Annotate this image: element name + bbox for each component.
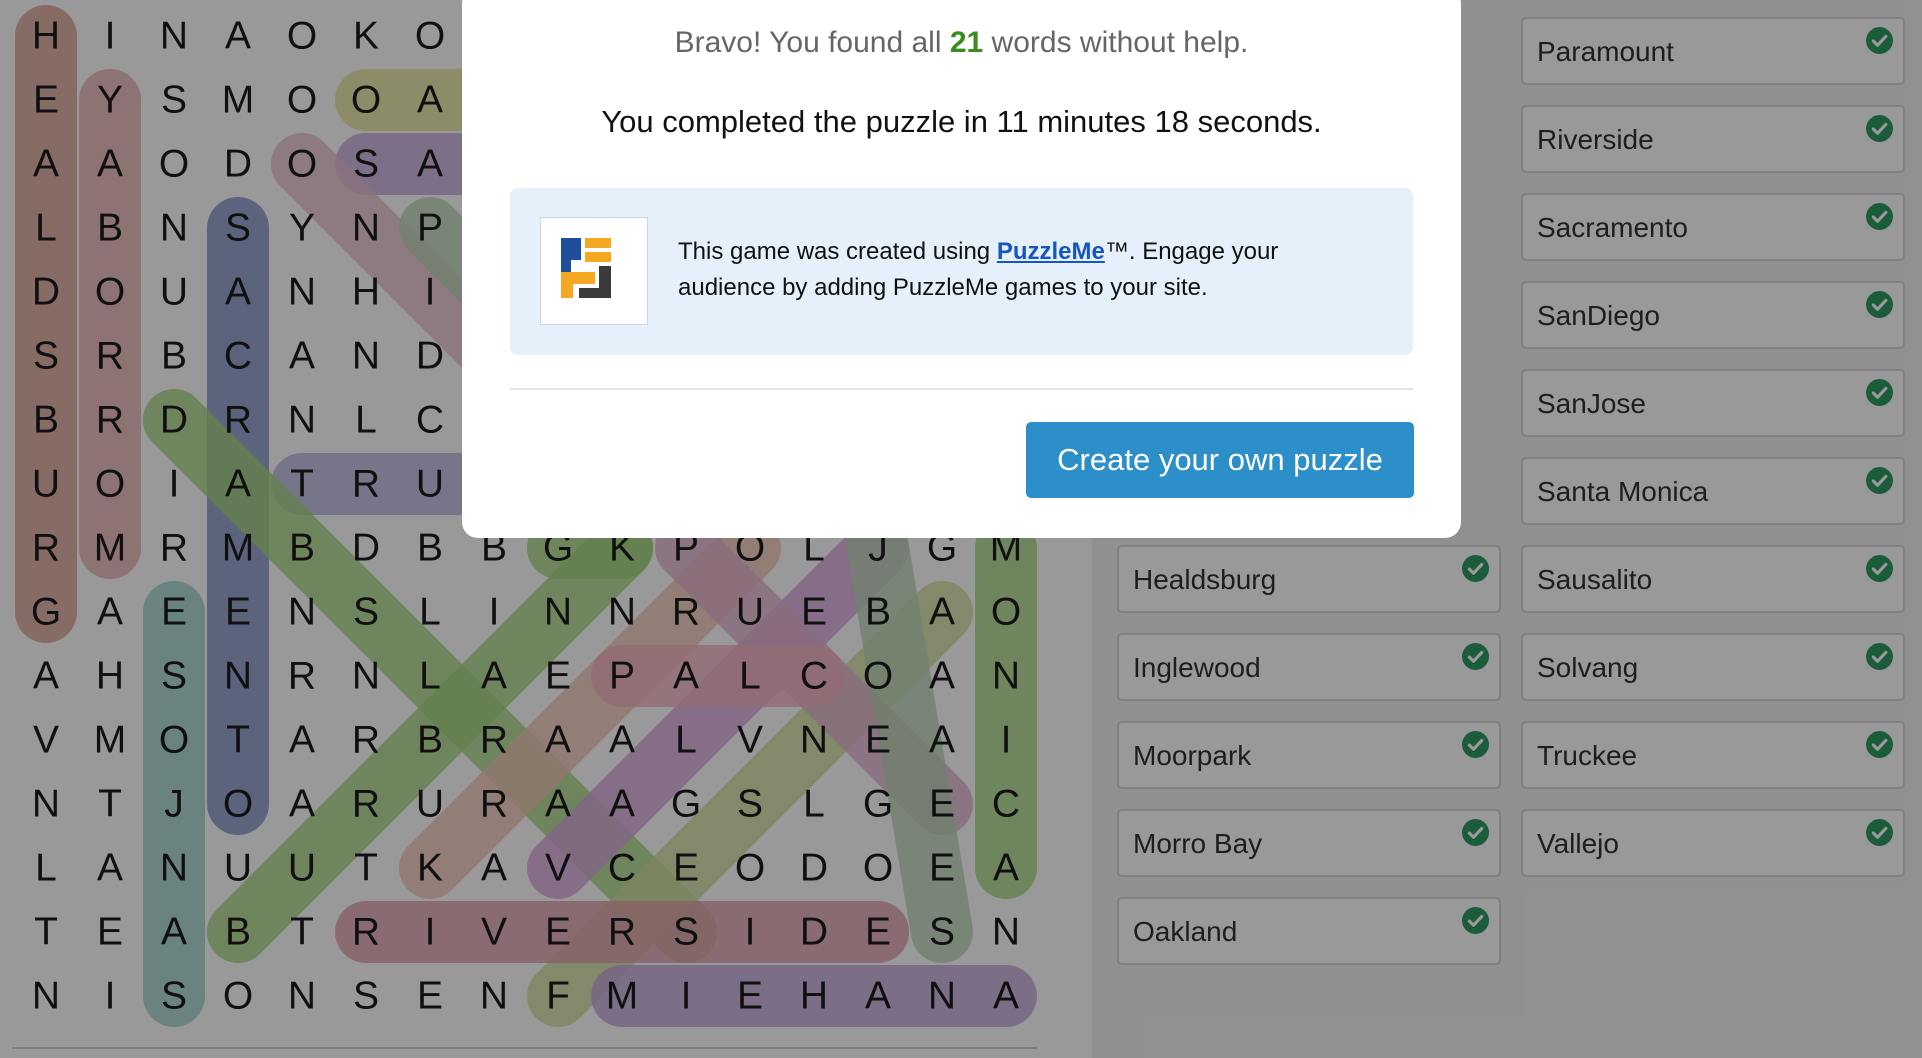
puzzleme-promo: This game was created using PuzzleMe™. E… <box>510 188 1413 355</box>
puzzleme-link[interactable]: PuzzleMe <box>997 238 1105 265</box>
logo-tile-orange-bottom <box>561 284 573 298</box>
puzzleme-logo-graphic <box>561 238 611 298</box>
found-word-count: 21 <box>949 26 984 59</box>
stats-suffix: words without help. <box>983 26 1249 59</box>
logo-tile-orange-left <box>561 272 595 284</box>
completion-dialog: Bravo! You found all 21 words without he… <box>462 0 1461 538</box>
promo-text: This game was created using PuzzleMe™. E… <box>678 234 1368 306</box>
completion-time: You completed the puzzle in 11 minutes 1… <box>601 104 1322 139</box>
logo-tile-dark-base <box>579 288 611 298</box>
dialog-divider <box>510 388 1413 390</box>
create-puzzle-button[interactable]: Create your own puzzle <box>1026 422 1414 498</box>
logo-tile-blue-bar <box>561 260 571 272</box>
logo-tile-orange-top <box>585 238 611 248</box>
promo-prefix: This game was created using <box>678 238 997 265</box>
completion-stats: Bravo! You found all 21 words without he… <box>462 26 1461 60</box>
puzzleme-logo-icon <box>540 217 648 325</box>
logo-tile-orange-mid <box>585 252 611 262</box>
logo-tile-blue-square <box>561 238 581 260</box>
stats-prefix: Bravo! You found all <box>674 26 950 59</box>
